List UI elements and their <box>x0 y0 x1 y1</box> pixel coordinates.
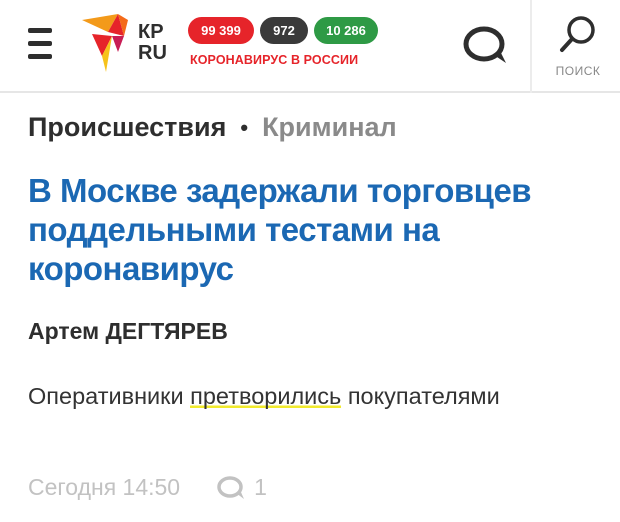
svg-text:КР: КР <box>138 21 164 43</box>
breadcrumb: Происшествия • Криминал <box>28 112 397 143</box>
lead-text-start: Оперативники <box>28 383 191 409</box>
cases-badge[interactable]: 99 399 <box>188 17 254 44</box>
search-button[interactable]: ПОИСК <box>540 14 616 80</box>
comments-count[interactable]: 1 <box>254 474 267 501</box>
header-divider <box>530 0 532 93</box>
breadcrumb-subsection[interactable]: Криминал <box>262 112 397 143</box>
svg-text:RU: RU <box>138 42 167 64</box>
lead-highlight: претворились <box>190 383 342 409</box>
comment-icon[interactable] <box>216 475 246 501</box>
article-lead: Оперативники претворились покупателями <box>28 380 588 413</box>
recovered-badge[interactable]: 10 286 <box>314 17 378 44</box>
site-header: КР RU 99 399 972 10 286 КОРОНАВИРУС В РО… <box>0 0 620 93</box>
chat-bubble-icon[interactable] <box>462 25 508 65</box>
publish-time: Сегодня 14:50 <box>28 474 181 500</box>
stats-caption[interactable]: КОРОНАВИРУС В РОССИИ <box>190 53 358 67</box>
article-author[interactable]: Артем ДЕГТЯРЕВ <box>28 318 228 345</box>
article-title: В Москве задержали торговцев поддельными… <box>28 172 532 287</box>
lead-text-end: покупателями <box>341 383 500 409</box>
deaths-badge[interactable]: 972 <box>260 17 308 44</box>
hamburger-menu-icon[interactable] <box>28 28 58 60</box>
kp-ru-logo[interactable]: КР RU <box>78 12 188 74</box>
breadcrumb-section[interactable]: Происшествия <box>28 112 226 143</box>
breadcrumb-separator: • <box>240 114 249 140</box>
search-label: ПОИСК <box>555 64 601 78</box>
article-meta: Сегодня 14:50 1 <box>28 474 267 501</box>
search-icon <box>560 16 595 52</box>
covid-stats[interactable]: 99 399 972 10 286 <box>188 17 378 45</box>
